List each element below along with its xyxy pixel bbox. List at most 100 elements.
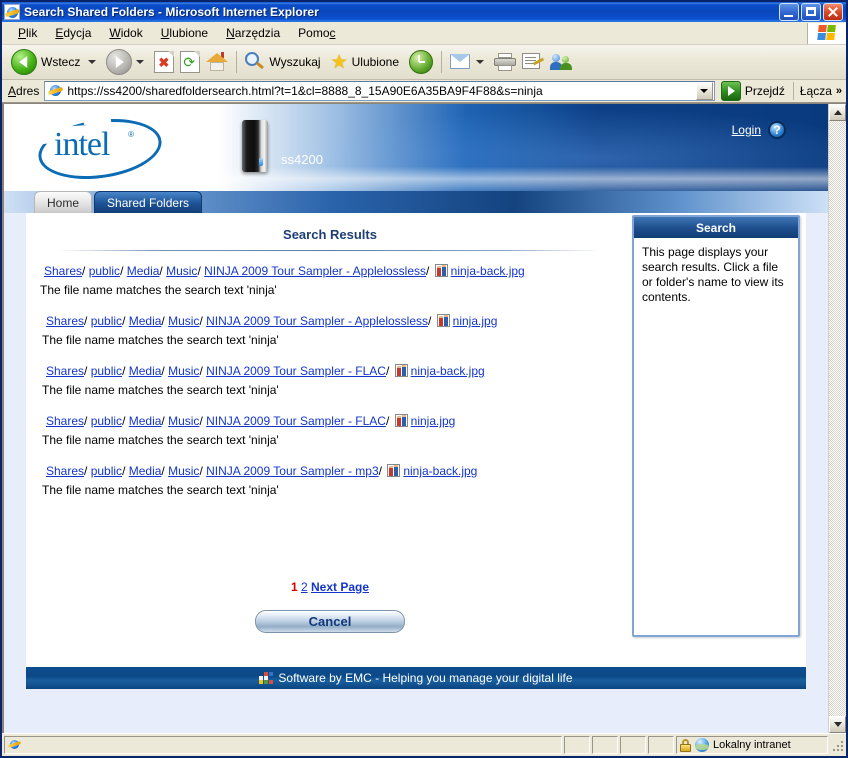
scrollbar-track[interactable] xyxy=(829,121,846,716)
mail-dropdown-caret-icon[interactable] xyxy=(476,60,484,64)
tab-home[interactable]: Home xyxy=(34,191,93,213)
address-dropdown-button[interactable] xyxy=(695,82,713,100)
refresh-button[interactable]: ⟳ xyxy=(177,48,203,76)
browser-viewport: intel ® ss4200 Login ? Home Shared Folde… xyxy=(2,103,846,733)
match-description: The file name matches the search text 'n… xyxy=(42,433,279,447)
registered-mark: ® xyxy=(128,130,134,139)
history-button[interactable] xyxy=(406,48,436,76)
login-link[interactable]: Login xyxy=(732,123,761,137)
breadcrumb-link[interactable]: public xyxy=(91,464,122,478)
status-message-cell xyxy=(4,736,562,754)
links-button[interactable]: Łącza » xyxy=(792,82,846,100)
breadcrumb-link[interactable]: Music xyxy=(168,464,199,478)
breadcrumb-link[interactable]: Shares xyxy=(46,364,84,378)
breadcrumb-link[interactable]: Music xyxy=(168,364,199,378)
windows-logo-button[interactable] xyxy=(807,22,846,44)
result-item: Shares/ public/ Media/ Music/ NINJA 2009… xyxy=(26,464,634,497)
globe-icon xyxy=(695,738,709,752)
result-item: Shares/ public/ Media/ Music/ NINJA 2009… xyxy=(26,314,634,347)
close-button[interactable] xyxy=(823,3,843,21)
tab-home-label: Home xyxy=(47,195,80,210)
links-label: Łącza xyxy=(799,84,832,98)
minimize-button[interactable] xyxy=(779,3,799,21)
scroll-up-button[interactable] xyxy=(829,104,846,121)
file-link[interactable]: ninja.jpg xyxy=(453,314,498,328)
menu-item-narzedzia[interactable]: Narzędzia xyxy=(218,24,288,42)
back-dropdown-caret-icon[interactable] xyxy=(88,60,97,64)
breadcrumb-link[interactable]: Music xyxy=(168,314,199,328)
back-button[interactable]: Wstecz xyxy=(8,48,103,76)
file-link[interactable]: ninja-back.jpg xyxy=(411,364,485,378)
breadcrumb-link[interactable]: public xyxy=(91,314,122,328)
edit-button[interactable] xyxy=(519,48,547,76)
forward-button[interactable] xyxy=(103,48,151,76)
chevron-right-icon[interactable]: » xyxy=(832,85,842,97)
scroll-down-button[interactable] xyxy=(829,716,846,733)
breadcrumb-link[interactable]: NINJA 2009 Tour Sampler - mp3 xyxy=(206,464,379,478)
forward-dropdown-caret-icon[interactable] xyxy=(136,60,145,64)
lock-icon xyxy=(680,738,691,752)
status-cell-2 xyxy=(592,736,618,754)
window-title: Search Shared Folders - Microsoft Intern… xyxy=(24,5,319,19)
results-list: Shares/ public/ Media/ Music/ NINJA 2009… xyxy=(26,251,634,497)
help-panel-title: Search xyxy=(634,217,798,238)
breadcrumb-link[interactable]: NINJA 2009 Tour Sampler - FLAC xyxy=(206,414,386,428)
breadcrumb-link[interactable]: Media xyxy=(129,314,162,328)
back-label: Wstecz xyxy=(41,55,81,69)
favorites-label: Ulubione xyxy=(351,55,399,69)
security-zone-cell[interactable]: Lokalny intranet xyxy=(676,736,828,754)
status-cell-3 xyxy=(620,736,646,754)
breadcrumb-link[interactable]: Shares xyxy=(46,414,84,428)
breadcrumb-link[interactable]: NINJA 2009 Tour Sampler - FLAC xyxy=(206,364,386,378)
breadcrumb-link[interactable]: Shares xyxy=(46,314,84,328)
web-page: intel ® ss4200 Login ? Home Shared Folde… xyxy=(2,104,828,733)
next-page-link[interactable]: Next Page xyxy=(311,580,369,594)
favorites-button[interactable]: ★ Ulubione xyxy=(328,48,406,76)
help-icon[interactable]: ? xyxy=(768,121,786,139)
breadcrumb-link[interactable]: public xyxy=(91,364,122,378)
breadcrumb-link[interactable]: NINJA 2009 Tour Sampler - Applelossless xyxy=(204,264,426,278)
messenger-button[interactable] xyxy=(547,48,577,76)
address-input[interactable]: https://ss4200/sharedfoldersearch.html?t… xyxy=(44,81,715,101)
cancel-button[interactable]: Cancel xyxy=(255,610,405,633)
resize-grip[interactable] xyxy=(830,738,844,752)
mail-button[interactable] xyxy=(447,48,491,76)
breadcrumb-link[interactable]: Shares xyxy=(46,464,84,478)
breadcrumb-link[interactable]: Media xyxy=(129,364,162,378)
search-label: Wyszukaj xyxy=(269,55,321,69)
device-image xyxy=(242,120,270,176)
go-label: Przejdź xyxy=(744,84,785,98)
home-button[interactable] xyxy=(203,48,231,76)
maximize-button[interactable] xyxy=(801,3,821,21)
button-row: Cancel xyxy=(26,594,634,633)
page-scrollbar[interactable] xyxy=(828,104,846,733)
breadcrumb-link[interactable]: Shares xyxy=(44,264,82,278)
file-link[interactable]: ninja.jpg xyxy=(411,414,456,428)
menu-item-widok[interactable]: Widok xyxy=(101,24,150,42)
search-button[interactable]: Wyszukaj xyxy=(242,48,327,76)
menu-item-ulubione[interactable]: Ulubione xyxy=(153,24,216,42)
breadcrumb-link[interactable]: Media xyxy=(129,414,162,428)
print-button[interactable] xyxy=(491,48,519,76)
stop-button[interactable]: ✖ xyxy=(151,48,177,76)
menu-item-pomoc[interactable]: Pomoc xyxy=(290,24,343,42)
pagination: 1 2 Next Page xyxy=(26,514,634,594)
intel-logo: intel ® xyxy=(38,118,156,178)
breadcrumb: Shares/ public/ Media/ Music/ NINJA 2009… xyxy=(46,364,485,378)
breadcrumb-link[interactable]: Music xyxy=(168,414,199,428)
tab-shared-folders[interactable]: Shared Folders xyxy=(94,191,203,213)
breadcrumb-link[interactable]: public xyxy=(89,264,120,278)
breadcrumb-link[interactable]: public xyxy=(91,414,122,428)
menu-item-plik[interactable]: Plik xyxy=(10,24,45,42)
image-file-icon xyxy=(434,264,448,277)
breadcrumb-link[interactable]: Music xyxy=(166,264,197,278)
go-button[interactable]: Przejdź xyxy=(715,81,789,101)
breadcrumb-link[interactable]: NINJA 2009 Tour Sampler - Applelossless xyxy=(206,314,428,328)
breadcrumb-link[interactable]: Media xyxy=(127,264,160,278)
file-link[interactable]: ninja-back.jpg xyxy=(403,464,477,478)
breadcrumb-link[interactable]: Media xyxy=(129,464,162,478)
menu-item-edycja[interactable]: Edycja xyxy=(47,24,99,42)
page-2-link[interactable]: 2 xyxy=(301,580,308,594)
file-link[interactable]: ninja-back.jpg xyxy=(451,264,525,278)
menu-items: Plik Edycja Widok Ulubione Narzędzia Pom… xyxy=(2,24,807,42)
